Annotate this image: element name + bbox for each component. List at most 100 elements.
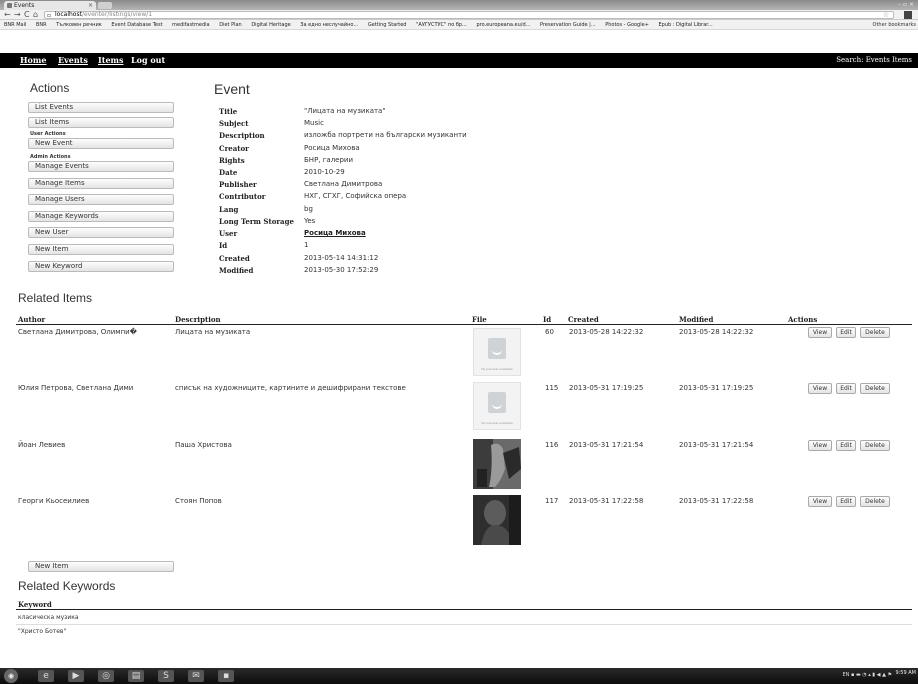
bookmark-item[interactable]: Digital Heritage [251,20,290,29]
modified-cell: 2013-05-31 17:19:25 [679,384,754,392]
bookmark-item[interactable]: За едно неслучайно... [300,20,358,29]
delete-button[interactable]: Delete [860,327,890,338]
column-header-actions: Actions [788,315,818,324]
modified-cell: 2013-05-31 17:21:54 [679,441,754,449]
address-bar[interactable]: ▫ localhost/eventer/listings/view/1 ☆ [44,11,894,19]
page-icon: ▫ [47,12,52,19]
bookmark-star-icon[interactable]: ☆ [883,12,889,19]
mail-icon[interactable]: ✉ [188,670,204,682]
manage-users-button[interactable]: Manage Users [28,194,174,205]
item-photo-thumbnail[interactable] [473,495,521,545]
nav-logout-link[interactable]: Log out [131,55,165,65]
description-cell: Стоян Попов [175,497,222,505]
edit-button[interactable]: Edit [836,496,856,507]
field-value: изложба портрети на български музиканти [304,131,467,139]
home-icon[interactable]: ⌂ [33,10,38,20]
new-tab-button[interactable] [98,2,112,9]
clock[interactable]: 9:59 AM [895,670,916,676]
back-arrow-icon[interactable]: ← [4,10,11,20]
new-keyword-button[interactable]: New Keyword [28,261,174,272]
new-item-button[interactable]: New Item [28,561,174,572]
forward-arrow-icon[interactable]: → [14,10,21,20]
nav-home-link[interactable]: Home [20,55,46,65]
internet-explorer-icon[interactable]: e [38,670,54,682]
edit-button[interactable]: Edit [836,327,856,338]
field-label: Date [219,168,238,177]
created-cell: 2013-05-28 14:22:32 [569,328,644,336]
view-button[interactable]: View [808,327,832,338]
author-cell: Светлана Димитрова, Олимпи� [18,328,137,336]
system-tray[interactable]: EN ▪ ▬ ◔ ▴ ▮ ◀ ▲ ⚑ [842,672,892,678]
item-photo-thumbnail[interactable] [473,439,521,489]
modified-cell: 2013-05-28 14:22:32 [679,328,754,336]
window-controls[interactable]: – ▫ × [898,1,914,8]
search-items-link[interactable]: Items [892,56,912,64]
bookmark-item[interactable]: BNR Mail [0,20,26,29]
no-preview-thumbnail[interactable]: No preview available [473,328,521,376]
delete-button[interactable]: Delete [860,440,890,451]
bookmark-item[interactable]: Preservation Guide |... [540,20,596,29]
manage-keywords-button[interactable]: Manage Keywords [28,211,174,222]
column-header-created: Created [568,315,599,324]
bookmark-item[interactable]: pro.europeana.eu/d... [476,20,530,29]
field-label: Long Term Storage [219,217,294,226]
new-user-button[interactable]: New User [28,227,174,238]
media-player-icon[interactable]: ▶ [68,670,84,682]
field-value: 1 [304,241,309,249]
admin-actions-label: Admin Actions [30,154,71,160]
file-explorer-icon[interactable]: ▤ [128,670,144,682]
view-button[interactable]: View [808,383,832,394]
browser-tab[interactable]: Events × [4,1,96,10]
view-button[interactable]: View [808,440,832,451]
description-cell: Паша Христова [175,441,232,449]
column-header-file: File [472,315,487,324]
app-icon[interactable]: ▪ [218,670,234,682]
bookmark-item[interactable]: Photos - Google+ [605,20,649,29]
delete-button[interactable]: Delete [860,496,890,507]
manage-events-button[interactable]: Manage Events [28,161,174,172]
list-events-button[interactable]: List Events [28,102,174,113]
search-events-link[interactable]: Events [866,56,890,64]
column-header-id: Id [543,315,552,324]
bookmark-item[interactable]: Epub : Digital Librar... [658,20,712,29]
column-header-keyword: Keyword [18,600,52,609]
no-preview-thumbnail[interactable]: No preview available [473,382,521,430]
manage-items-button[interactable]: Manage Items [28,178,174,189]
keyword-row: класическа музика [18,614,79,621]
close-tab-icon[interactable]: × [88,1,93,10]
description-cell: списък на художниците, картините и дешиф… [175,384,406,392]
user-link[interactable]: Росица Михова [304,229,366,237]
bookmark-item[interactable]: "АУГУСТУС" по бр... [416,20,467,29]
browser-menu-icon[interactable] [904,11,912,19]
new-event-button[interactable]: New Event [28,138,174,149]
column-header-author: Author [18,315,46,324]
keyword-header-rule [16,609,912,610]
bookmark-item[interactable]: medifastmedia [172,20,209,29]
reload-icon[interactable]: C [24,10,30,20]
other-bookmarks[interactable]: Other bookmarks [868,20,916,29]
start-button[interactable]: ◉ [4,669,18,683]
author-cell: Йоан Левиев [18,441,66,449]
author-cell: Юлия Петрова, Светлана Дими [18,384,134,392]
list-items-button[interactable]: List Items [28,117,174,128]
delete-button[interactable]: Delete [860,383,890,394]
actions-title: Actions [30,81,70,95]
edit-button[interactable]: Edit [836,440,856,451]
new-item-sidebar-button[interactable]: New Item [28,244,174,255]
chrome-icon[interactable]: ◎ [98,670,114,682]
language-indicator[interactable]: EN [842,672,849,678]
skype-icon[interactable]: S [158,670,174,682]
nav-events-link[interactable]: Events [58,55,88,65]
bookmark-item[interactable]: BNR [36,20,47,29]
edit-button[interactable]: Edit [836,383,856,394]
bookmark-item[interactable]: Тълковен речник [56,20,102,29]
bookmark-item[interactable]: Diet Plan [219,20,242,29]
browser-toolbar: ← → C ⌂ ▫ localhost/eventer/listings/vie… [0,10,918,20]
bookmark-item[interactable]: Getting Started [368,20,407,29]
author-cell: Георги Кьосеилиев [18,497,90,505]
view-button[interactable]: View [808,496,832,507]
field-value: Росица Михова [304,144,360,152]
nav-items-link[interactable]: Items [98,55,124,65]
bookmark-item[interactable]: Event Database Test [111,20,162,29]
field-value: 2013-05-30 17:52:29 [304,266,379,274]
